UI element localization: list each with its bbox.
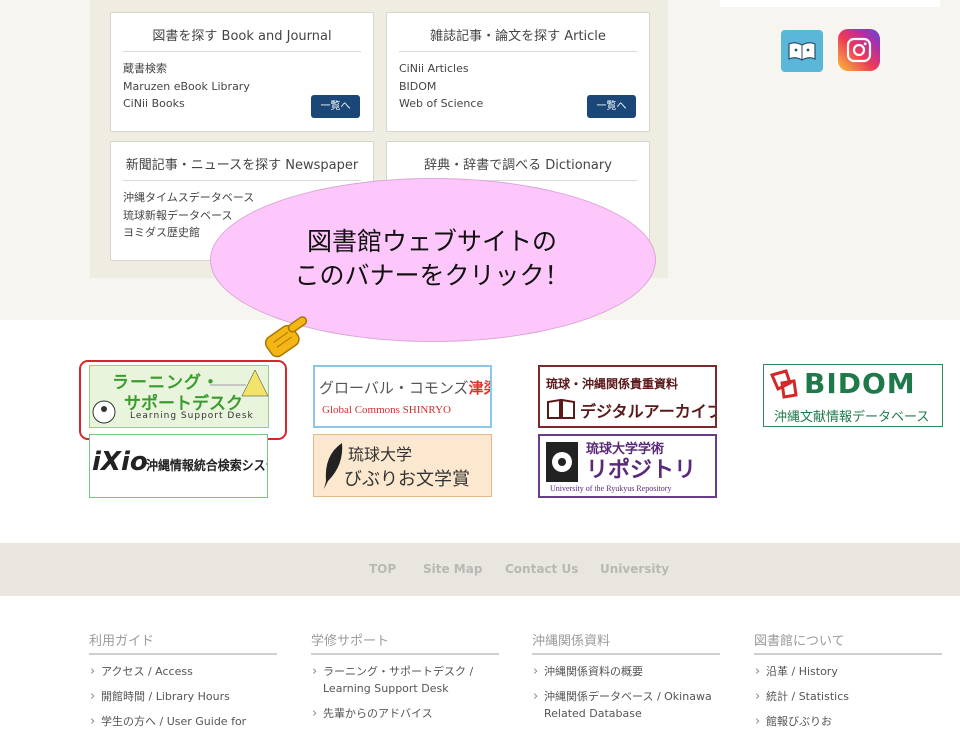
footer-link[interactable]: ラーニング・サポートデスク / Learning Support Desk — [311, 663, 499, 697]
global-commons-banner[interactable]: グローバル・コモンズ津梁 Global Commons SHINRYO — [313, 365, 492, 428]
repository-logo-icon — [546, 442, 578, 482]
book-app-icon[interactable] — [781, 30, 823, 72]
footer-link-university[interactable]: University — [600, 562, 669, 576]
callout-line: 図書館ウェブサイトの — [306, 227, 557, 256]
banner-subtitle: University of the Ryukyus Repository — [550, 484, 672, 493]
card-link[interactable]: 蔵書検索 — [123, 60, 250, 78]
footer-link[interactable]: 館報びぶりお — [754, 713, 942, 730]
footer-column-about: 図書館について 沿革 / History 統計 / Statistics 館報び… — [754, 630, 942, 738]
card-title: 新聞記事・ニュースを探す Newspaper — [123, 154, 361, 181]
footer-link[interactable]: アクセス / Access — [89, 663, 277, 680]
card-link[interactable]: BIDOM — [399, 78, 483, 96]
footer-link[interactable]: 沿革 / History — [754, 663, 942, 680]
column-heading: 学修サポート — [311, 630, 499, 655]
banner-title: リポジトリ — [586, 458, 697, 483]
sidebar-box — [720, 0, 940, 7]
bidom-logo-icon — [769, 369, 798, 399]
callout-text: 図書館ウェブサイトの このバナーをクリック！ — [210, 225, 654, 293]
banner-title: びぶりお文学賞 — [344, 469, 470, 490]
bidom-banner[interactable]: BIDOM 沖縄文献情報データベース — [763, 364, 943, 427]
footer-link[interactable]: 沖縄関係資料の概要 — [532, 663, 720, 680]
footer-column-support: 学修サポート ラーニング・サポートデスク / Learning Support … — [311, 630, 499, 730]
card-title: 図書を探す Book and Journal — [123, 25, 361, 52]
card-title: 雑誌記事・論文を探す Article — [399, 25, 637, 52]
banner-subtitle: Global Commons SHINRYO — [322, 404, 451, 416]
banner-title: 琉球・沖縄関係貴重資料 — [546, 377, 679, 391]
list-button[interactable]: 一覧へ — [587, 95, 636, 118]
footer-column-guide: 利用ガイド アクセス / Access 開館時間 / Library Hours… — [89, 630, 277, 738]
card-link[interactable]: Web of Science — [399, 95, 483, 113]
column-heading: 利用ガイド — [89, 630, 277, 655]
banner-title: グローバル・コモンズ津梁 — [319, 379, 490, 397]
banner-title: デジタルアーカイブ — [580, 402, 717, 421]
footer-link[interactable]: 統計 / Statistics — [754, 688, 942, 705]
instagram-icon[interactable] — [838, 29, 880, 71]
article-card: 雑誌記事・論文を探す Article CiNii Articles BIDOM … — [386, 12, 650, 132]
footer-link[interactable]: 開館時間 / Library Hours — [89, 688, 277, 705]
column-heading: 図書館について — [754, 630, 942, 655]
footer-link-contact[interactable]: Contact Us — [505, 562, 578, 576]
footer-link[interactable]: 先輩からのアドバイス — [311, 705, 499, 722]
pointing-hand-icon — [264, 316, 308, 358]
footer-link[interactable]: 沖縄関係データベース / Okinawa Related Database — [532, 688, 720, 722]
card-link[interactable]: CiNii Articles — [399, 60, 483, 78]
footer-link-top[interactable]: TOP — [369, 562, 396, 576]
ixio-logo: iXio — [92, 447, 148, 477]
banner-subtitle: 沖縄文献情報データベース — [774, 410, 930, 425]
footer-nav: TOP Site Map Contact Us University — [0, 543, 960, 596]
footer-column-okinawa: 沖縄関係資料 沖縄関係資料の概要 沖縄関係データベース / Okinawa Re… — [532, 630, 720, 730]
banner-title: 沖縄情報統合検索システム — [146, 459, 267, 474]
card-link[interactable]: 沖縄タイムスデータベース — [123, 189, 254, 207]
archive-banner[interactable]: 琉球・沖縄関係貴重資料 デジタルアーカイブ — [538, 365, 717, 428]
card-title: 辞典・辞書で調べる Dictionary — [399, 154, 637, 181]
banner-title: 琉球大学 — [348, 445, 413, 464]
book-journal-card: 図書を探す Book and Journal 蔵書検索 Maruzen eBoo… — [110, 12, 374, 132]
book-icon — [547, 398, 575, 419]
callout-line: このバナーをクリック！ — [294, 261, 570, 290]
biburio-banner[interactable]: 琉球大学 びぶりお文学賞 — [313, 434, 492, 497]
footer-link-sitemap[interactable]: Site Map — [423, 562, 482, 576]
banner-title: BIDOM — [804, 367, 916, 400]
list-button[interactable]: 一覧へ — [311, 95, 360, 118]
repository-banner[interactable]: 琉球大学学術 リポジトリ University of the Ryukyus R… — [538, 434, 717, 498]
card-link[interactable]: Maruzen eBook Library — [123, 78, 250, 96]
banner-highlight — [79, 360, 287, 440]
ixio-banner[interactable]: iXio 沖縄情報統合検索システム — [89, 434, 268, 498]
card-link[interactable]: CiNii Books — [123, 95, 250, 113]
footer-link[interactable]: 学生の方へ / User Guide for — [89, 713, 277, 730]
column-heading: 沖縄関係資料 — [532, 630, 720, 655]
